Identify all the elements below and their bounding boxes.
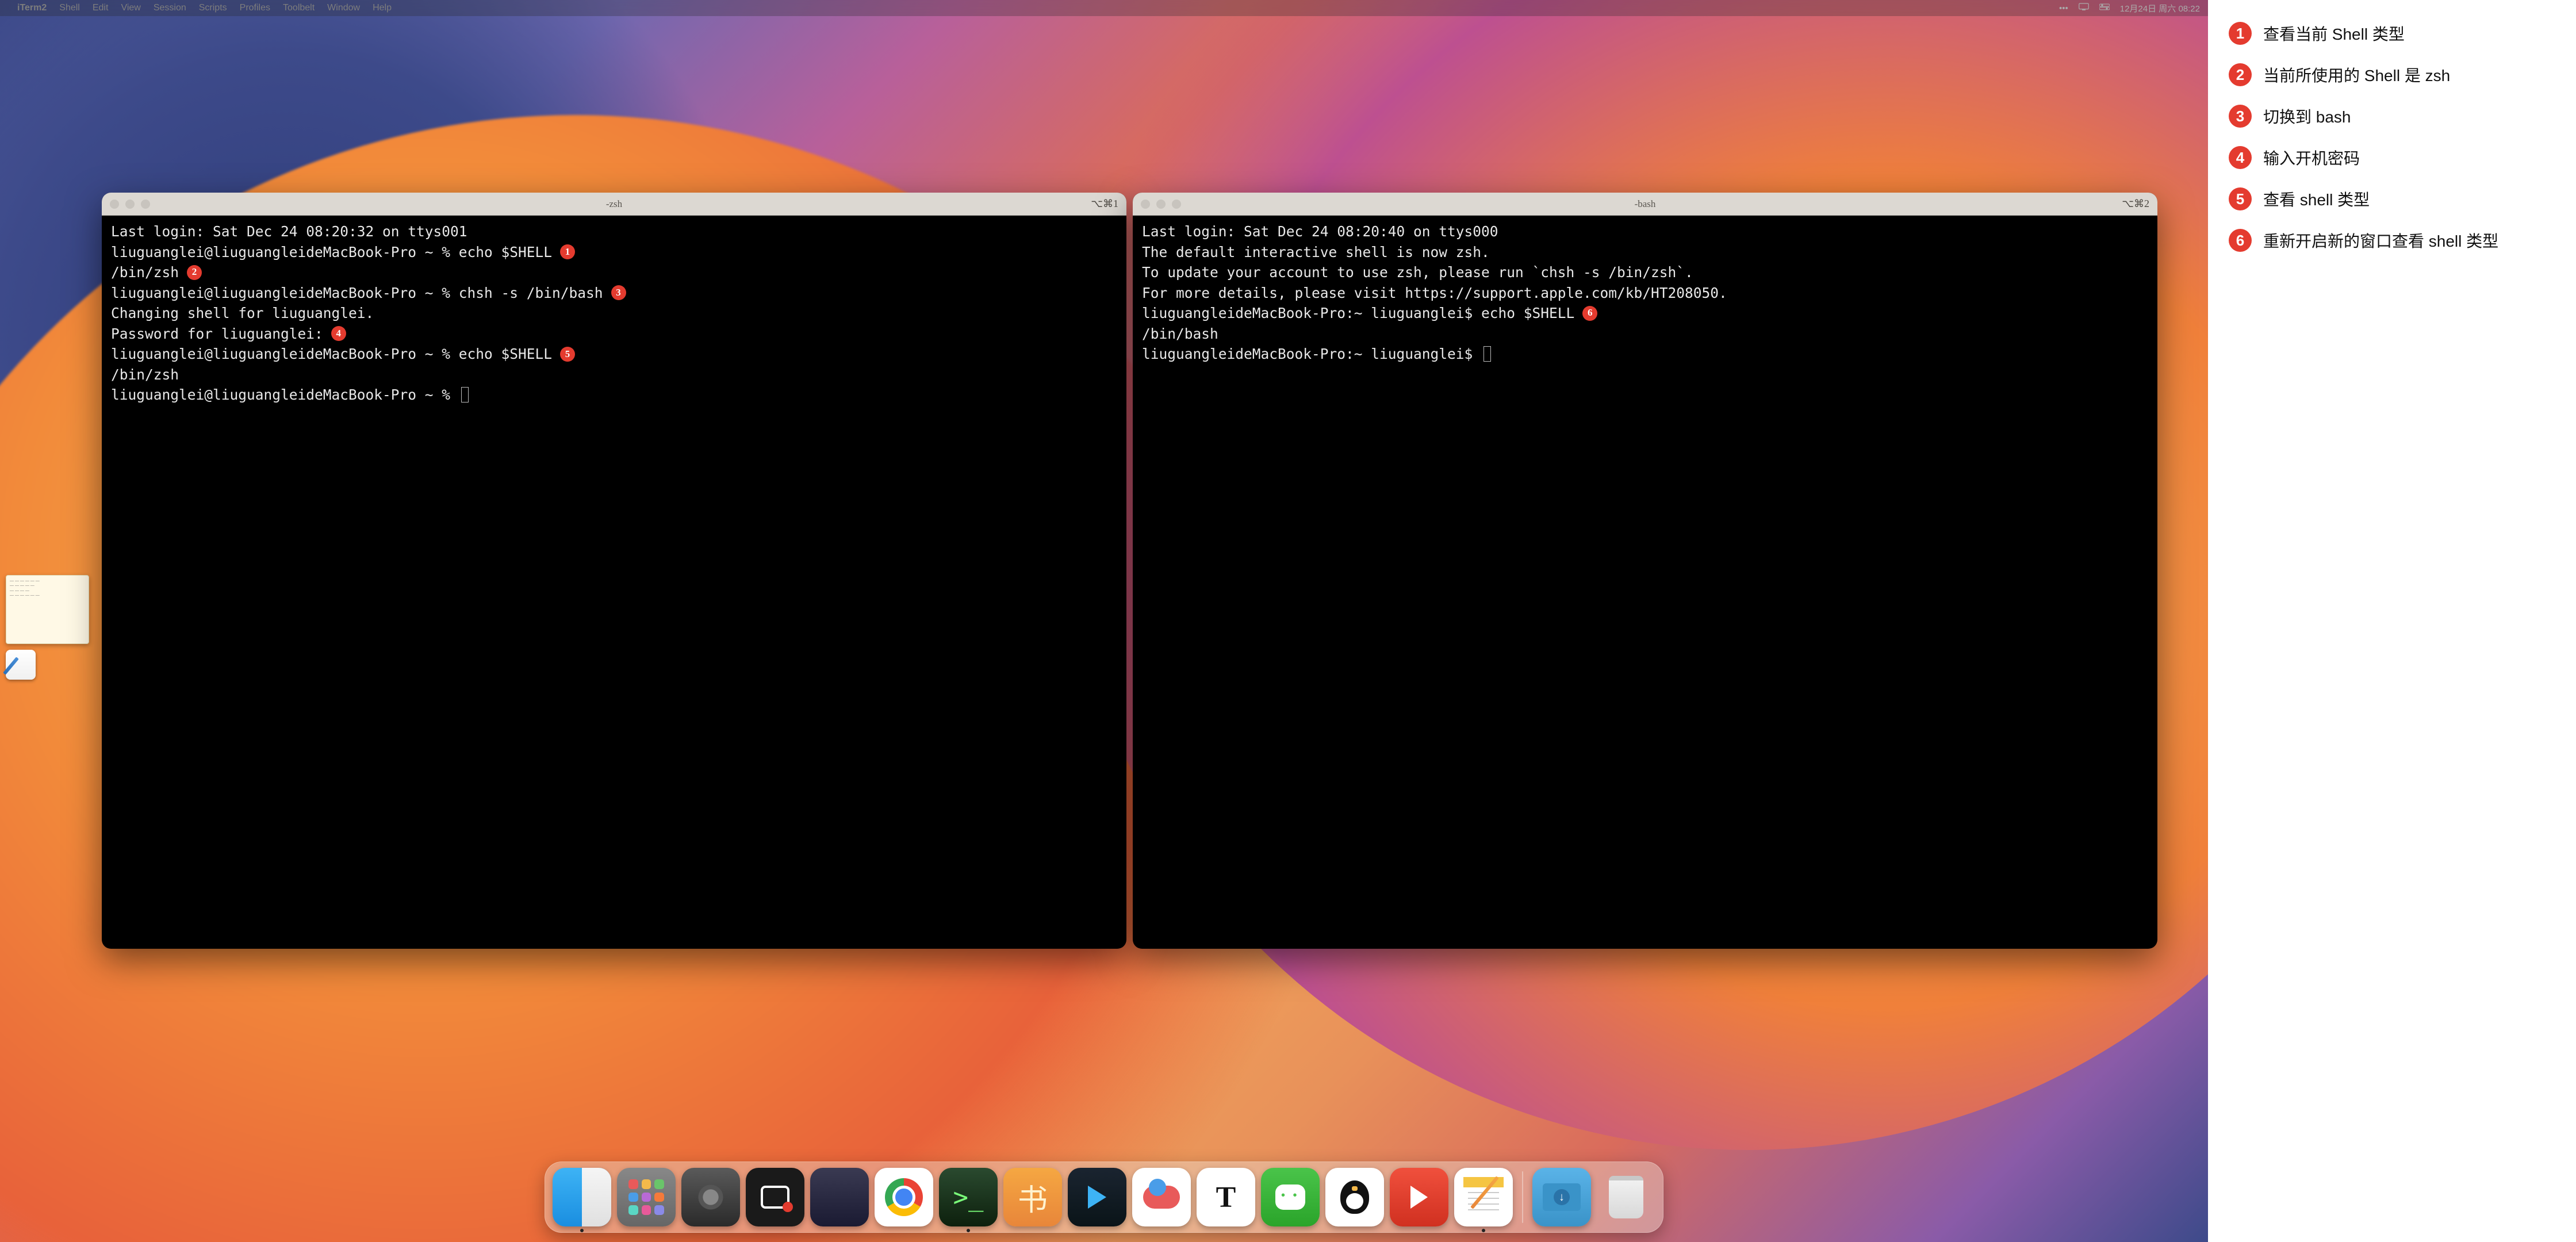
stickies-app-icon (6, 650, 36, 680)
menubar-item-window[interactable]: Window (327, 3, 360, 13)
menubar-item-edit[interactable]: Edit (93, 3, 109, 13)
terminal-line: liuguanglei@liuguangleideMacBook-Pro ~ %… (111, 242, 1117, 263)
dock-item-notes[interactable] (1454, 1168, 1513, 1226)
callout-badge: 6 (1582, 306, 1597, 321)
annotation-row: 5 查看 shell 类型 (2229, 187, 2555, 210)
terminal-line: liuguangleideMacBook-Pro:~ liuguanglei$ (1142, 344, 2148, 365)
dock-item-video-player[interactable] (1068, 1168, 1126, 1226)
menubar-item-help[interactable]: Help (373, 3, 392, 13)
menubar-item-view[interactable]: View (121, 3, 140, 13)
terminal-line: Changing shell for liuguanglei. (111, 303, 1117, 324)
terminal-title: -zsh (102, 198, 1126, 210)
dock-item-typora[interactable]: T (1197, 1168, 1255, 1226)
terminal-line: liuguanglei@liuguangleideMacBook-Pro ~ %… (111, 344, 1117, 365)
terminal-shortcut: ⌥⌘2 (2122, 198, 2149, 210)
terminal-line: /bin/zsh (111, 365, 1117, 385)
annotation-row: 1 查看当前 Shell 类型 (2229, 22, 2555, 45)
terminal-line: /bin/zsh2 (111, 262, 1117, 283)
dock-separator (1522, 1171, 1523, 1223)
callout-badge: 1 (560, 244, 575, 259)
menubar-item-profiles[interactable]: Profiles (240, 3, 270, 13)
terminal-line: For more details, please visit https://s… (1142, 283, 2148, 304)
annotation-badge: 6 (2229, 229, 2252, 252)
dock-item-finder[interactable] (553, 1168, 611, 1226)
terminal-content[interactable]: Last login: Sat Dec 24 08:20:40 on ttys0… (1133, 216, 2157, 370)
annotation-badge: 1 (2229, 22, 2252, 45)
annotation-badge: 3 (2229, 105, 2252, 128)
desktop-stickies[interactable]: — — — — — —— — — — —— — — —— — — — — — (6, 575, 89, 690)
dock-item-downloads[interactable] (1532, 1168, 1591, 1226)
callout-badge: 4 (331, 326, 346, 341)
terminal-line: To update your account to use zsh, pleas… (1142, 262, 2148, 283)
annotation-row: 3 切换到 bash (2229, 105, 2555, 128)
dock: >_书 T (545, 1162, 1663, 1233)
menubar: iTerm2 Shell Edit View Session Scripts Profil… (0, 0, 2208, 16)
running-indicator-icon (580, 1229, 584, 1232)
terminal-line: liuguangleideMacBook-Pro:~ liuguanglei$ … (1142, 303, 2148, 324)
running-indicator-icon (1482, 1229, 1485, 1232)
menubar-item-session[interactable]: Session (154, 3, 186, 13)
annotation-badge: 2 (2229, 63, 2252, 86)
terminal-line: liuguanglei@liuguangleideMacBook-Pro ~ %… (111, 283, 1117, 304)
macos-desktop: iTerm2 Shell Edit View Session Scripts Profil… (0, 0, 2208, 1242)
dock-item-qq[interactable] (1325, 1168, 1384, 1226)
dock-item-wechat[interactable] (1261, 1168, 1320, 1226)
dock-item-chrome[interactable] (875, 1168, 933, 1226)
dock-item-system-settings[interactable] (681, 1168, 740, 1226)
annotation-text: 查看当前 Shell 类型 (2263, 22, 2405, 45)
cursor-icon (1483, 346, 1491, 362)
menubar-app-name[interactable]: iTerm2 (17, 3, 47, 13)
terminal-line: Last login: Sat Dec 24 08:20:32 on ttys0… (111, 221, 1117, 242)
dock-item-shortcuts[interactable] (810, 1168, 869, 1226)
status-more-icon[interactable]: ••• (2059, 3, 2068, 13)
annotation-badge: 4 (2229, 146, 2252, 169)
annotation-row: 6 重新开启新的窗口查看 shell 类型 (2229, 229, 2555, 252)
dock-item-todesk[interactable] (1390, 1168, 1448, 1226)
dock-item-trash[interactable] (1597, 1168, 1655, 1226)
callout-badge: 3 (611, 285, 626, 300)
terminal-window-bash[interactable]: -bash ⌥⌘2 Last login: Sat Dec 24 08:20:4… (1133, 193, 2157, 949)
dock-item-calligraphy[interactable]: 书 (1003, 1168, 1062, 1226)
terminal-title: -bash (1133, 198, 2157, 210)
terminal-titlebar[interactable]: -zsh ⌥⌘1 (102, 193, 1126, 216)
menubar-item-scripts[interactable]: Scripts (199, 3, 227, 13)
cursor-icon (461, 387, 469, 402)
dock-item-launchpad[interactable] (617, 1168, 676, 1226)
terminal-line: liuguanglei@liuguangleideMacBook-Pro ~ % (111, 385, 1117, 405)
annotation-text: 输入开机密码 (2263, 146, 2360, 169)
annotation-text: 切换到 bash (2263, 105, 2351, 128)
terminal-titlebar[interactable]: -bash ⌥⌘2 (1133, 193, 2157, 216)
menubar-item-toolbelt[interactable]: Toolbelt (283, 3, 315, 13)
annotation-row: 2 当前所使用的 Shell 是 zsh (2229, 63, 2555, 86)
annotation-text: 查看 shell 类型 (2263, 187, 2370, 210)
terminal-line: The default interactive shell is now zsh… (1142, 242, 2148, 263)
annotation-text: 当前所使用的 Shell 是 zsh (2263, 63, 2450, 86)
callout-badge: 5 (560, 347, 575, 362)
running-indicator-icon (967, 1229, 970, 1232)
terminal-line: Password for liuguanglei:4 (111, 324, 1117, 344)
terminal-line: Last login: Sat Dec 24 08:20:40 on ttys0… (1142, 221, 2148, 242)
terminal-line: /bin/bash (1142, 324, 2148, 344)
annotation-badge: 5 (2229, 187, 2252, 210)
annotation-text: 重新开启新的窗口查看 shell 类型 (2263, 229, 2498, 252)
annotation-row: 4 输入开机密码 (2229, 146, 2555, 169)
control-center-icon[interactable] (2099, 3, 2110, 13)
stickies-preview: — — — — — —— — — — —— — — —— — — — — — (6, 575, 89, 644)
terminal-shortcut: ⌥⌘1 (1091, 198, 1118, 210)
menubar-item-shell[interactable]: Shell (59, 3, 80, 13)
terminal-window-zsh[interactable]: -zsh ⌥⌘1 Last login: Sat Dec 24 08:20:32… (102, 193, 1126, 949)
dock-item-screenshot[interactable] (746, 1168, 804, 1226)
dock-item-iterm[interactable]: >_ (939, 1168, 998, 1226)
dock-item-baidu-netdisk[interactable] (1132, 1168, 1191, 1226)
annotation-panel: 1 查看当前 Shell 类型 2 当前所使用的 Shell 是 zsh 3 切换到 ba… (2208, 0, 2576, 1242)
callout-badge: 2 (187, 265, 202, 280)
terminal-content[interactable]: Last login: Sat Dec 24 08:20:32 on ttys0… (102, 216, 1126, 411)
display-icon[interactable] (2079, 3, 2089, 13)
menubar-clock[interactable]: 12月24日 周六 08:22 (2120, 2, 2200, 14)
